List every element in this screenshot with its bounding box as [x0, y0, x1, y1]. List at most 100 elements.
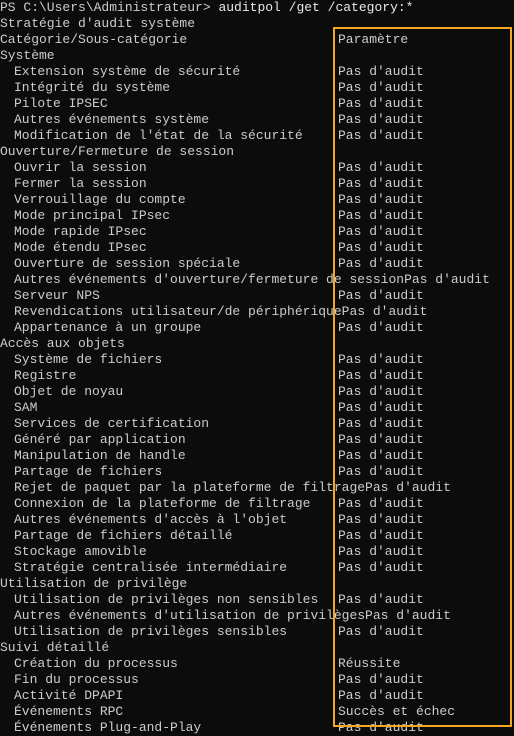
category-row: Ouverture/Fermeture de session [0, 144, 514, 160]
subcategory-row: Connexion de la plateforme de filtrage Pa… [0, 496, 514, 512]
subcategory-row: Objet de noyau Pas d'audit [0, 384, 514, 400]
subcategory-param: Pas d'audit [338, 432, 424, 448]
subcategory-param: Pas d'audit [338, 496, 424, 512]
subcategory-label: Partage de fichiers détaillé [0, 528, 232, 544]
subcategory-param: Pas d'audit [338, 352, 424, 368]
subcategory-label: Mode étendu IPsec [0, 240, 147, 256]
audit-output: SystèmeExtension système de sécuritéPas … [0, 48, 514, 736]
subcategory-label: Autres événements d'ouverture/fermeture … [0, 272, 490, 288]
subcategory-label: Appartenance à un groupe [0, 320, 201, 336]
subcategory-label: Ouverture de session spéciale [0, 256, 240, 272]
subcategory-param: Pas d'audit [338, 368, 424, 384]
subcategory-row: Utilisation de privilèges non sensiblesP… [0, 592, 514, 608]
subcategory-label: Événements Plug-and-Play [0, 720, 201, 736]
subcategory-row: Mode étendu IPsec Pas d'audit [0, 240, 514, 256]
subcategory-param: Pas d'audit [338, 224, 424, 240]
category-name: Ouverture/Fermeture de session [0, 144, 234, 160]
subcategory-row: Stratégie centralisée intermédiairePas d… [0, 560, 514, 576]
subcategory-row: Événements RPCSuccès et échec [0, 704, 514, 720]
subcategory-row: Serveur NPS Pas d'audit [0, 288, 514, 304]
subcategory-row: Appartenance à un groupe Pas d'audit [0, 320, 514, 336]
column-header-right: Paramètre [338, 32, 408, 48]
subcategory-row: Système de fichiers Pas d'audit [0, 352, 514, 368]
subcategory-label: Système de fichiers [0, 352, 162, 368]
command-text: auditpol /get /category:* [218, 0, 413, 15]
category-name: Utilisation de privilège [0, 576, 187, 592]
subcategory-label: SAM [0, 400, 37, 416]
subcategory-param: Pas d'audit [338, 448, 424, 464]
subcategory-row: Modification de l'état de la sécurité Pas… [0, 128, 514, 144]
subcategory-param: Pas d'audit [338, 192, 424, 208]
column-header-left: Catégorie/Sous-catégorie [0, 32, 187, 48]
subcategory-param: Pas d'audit [338, 288, 424, 304]
subcategory-label: Stockage amovible [0, 544, 147, 560]
category-row: Système [0, 48, 514, 64]
subcategory-param: Pas d'audit [338, 528, 424, 544]
subcategory-row: Activité DPAPIPas d'audit [0, 688, 514, 704]
subcategory-label: Activité DPAPI [0, 688, 123, 704]
subcategory-param: Pas d'audit [338, 560, 424, 576]
subcategory-label: Serveur NPS [0, 288, 100, 304]
subcategory-row: Autres événements système Pas d'audit [0, 112, 514, 128]
subcategory-row: Manipulation de handlePas d'audit [0, 448, 514, 464]
subcategory-row: Services de certificationPas d'audit [0, 416, 514, 432]
subcategory-param: Pas d'audit [338, 176, 424, 192]
subcategory-row: Rejet de paquet par la plateforme de fil… [0, 480, 514, 496]
subcategory-label: Création du processus [0, 656, 178, 672]
subcategory-row: Verrouillage du compte Pas d'audit [0, 192, 514, 208]
subcategory-param: Pas d'audit [338, 128, 424, 144]
category-row: Suivi détaillé [0, 640, 514, 656]
prompt-path: PS C:\Users\Administrateur> [0, 0, 218, 15]
subcategory-row: Revendications utilisateur/de périphériq… [0, 304, 514, 320]
subcategory-param: Pas d'audit [338, 544, 424, 560]
subcategory-row: Fin du processusPas d'audit [0, 672, 514, 688]
subcategory-label: Fermer la session [0, 176, 147, 192]
subcategory-label: Verrouillage du compte [0, 192, 186, 208]
category-row: Utilisation de privilège [0, 576, 514, 592]
subcategory-label: Mode rapide IPsec [0, 224, 147, 240]
category-row: Accès aux objets [0, 336, 514, 352]
category-name: Accès aux objets [0, 336, 125, 352]
subcategory-label: Connexion de la plateforme de filtrage [0, 496, 310, 512]
header-line: Stratégie d'audit système [0, 16, 514, 32]
subcategory-row: Pilote IPSECPas d'audit [0, 96, 514, 112]
subcategory-label: Généré par application [0, 432, 186, 448]
subcategory-row: Intégrité du systèmePas d'audit [0, 80, 514, 96]
subcategory-param: Pas d'audit [338, 112, 424, 128]
subcategory-row: SAMPas d'audit [0, 400, 514, 416]
subcategory-row: Autres événements d'utilisation de privi… [0, 608, 514, 624]
subcategory-param: Pas d'audit [338, 672, 424, 688]
subcategory-param: Pas d'audit [338, 720, 424, 736]
subcategory-label: Partage de fichiers [0, 464, 162, 480]
subcategory-label: Registre [0, 368, 76, 384]
subcategory-param: Pas d'audit [338, 160, 424, 176]
subcategory-param: Pas d'audit [338, 256, 424, 272]
subcategory-row: Événements Plug-and-Play Pas d'audit [0, 720, 514, 736]
subcategory-label: Objet de noyau [0, 384, 123, 400]
terminal-prompt-line: PS C:\Users\Administrateur> auditpol /ge… [0, 0, 514, 16]
column-headers: Catégorie/Sous-catégorie Paramètre [0, 32, 514, 48]
category-name: Système [0, 48, 55, 64]
subcategory-param: Pas d'audit [338, 240, 424, 256]
subcategory-label: Modification de l'état de la sécurité [0, 128, 303, 144]
subcategory-label: Services de certification [0, 416, 209, 432]
subcategory-row: Autres événements d'accès à l'objet Pas d… [0, 512, 514, 528]
subcategory-param: Pas d'audit [338, 320, 424, 336]
subcategory-row: Généré par application Pas d'audit [0, 432, 514, 448]
subcategory-label: Rejet de paquet par la plateforme de fil… [0, 480, 451, 496]
subcategory-param: Pas d'audit [338, 64, 424, 80]
subcategory-row: Partage de fichiersPas d'audit [0, 464, 514, 480]
subcategory-param: Pas d'audit [338, 96, 424, 112]
subcategory-label: Autres événements système [0, 112, 209, 128]
subcategory-param: Pas d'audit [338, 592, 424, 608]
subcategory-param: Pas d'audit [338, 384, 424, 400]
subcategory-row: Mode rapide IPsec Pas d'audit [0, 224, 514, 240]
subcategory-param: Pas d'audit [338, 80, 424, 96]
subcategory-row: Partage de fichiers détaillé Pas d'audit [0, 528, 514, 544]
subcategory-label: Autres événements d'accès à l'objet [0, 512, 287, 528]
subcategory-label: Utilisation de privilèges sensibles [0, 624, 287, 640]
subcategory-param: Pas d'audit [338, 512, 424, 528]
subcategory-param: Réussite [338, 656, 400, 672]
subcategory-label: Ouvrir la session [0, 160, 147, 176]
subcategory-row: Ouverture de session spéciale Pas d'audit [0, 256, 514, 272]
